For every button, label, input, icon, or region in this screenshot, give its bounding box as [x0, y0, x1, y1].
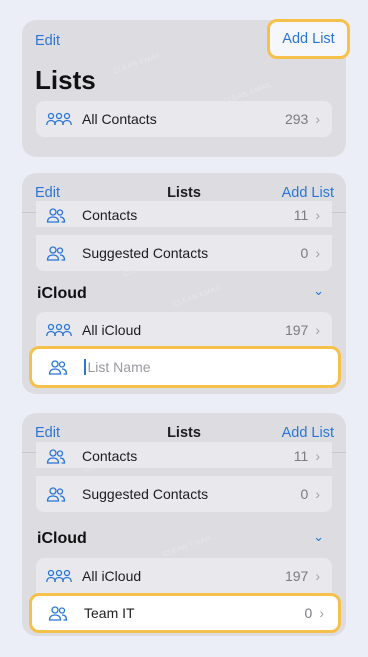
list-item-count: 197	[284, 568, 309, 584]
list-item-label: Suggested Contacts	[82, 245, 209, 261]
list-item-label: Contacts	[82, 207, 138, 223]
list-item-contacts[interactable]: Contacts 11 ›	[36, 201, 332, 227]
page-title: Lists	[35, 65, 96, 95]
person-icon	[46, 245, 72, 261]
list-name-input[interactable]: List Name	[29, 346, 341, 388]
list-item-all-icloud[interactable]: All iCloud 197 ›	[36, 312, 332, 348]
list-item-count: 0	[300, 486, 309, 502]
section-title-icloud: iCloud	[37, 530, 87, 547]
list-name-placeholder: List Name	[87, 359, 151, 375]
list-item-all-icloud[interactable]: All iCloud 197 ›	[36, 558, 332, 594]
watermark: CLEAN EMAIL	[172, 284, 224, 309]
chevron-right-icon: ›	[319, 605, 324, 621]
list-item-team-it[interactable]: Team IT 0 ›	[29, 593, 341, 633]
chevron-right-icon: ›	[315, 111, 320, 127]
list-item-contacts[interactable]: Contacts 11 ›	[36, 442, 332, 468]
watermark: CLEAN EMAIL	[162, 534, 214, 559]
add-list-button[interactable]: Add List	[282, 425, 334, 441]
person-icon	[48, 605, 74, 621]
chevron-right-icon: ›	[315, 568, 320, 584]
chevron-down-icon[interactable]: ⌄	[313, 283, 324, 299]
add-list-label: Add List	[282, 31, 335, 47]
list-item-count: 0	[304, 605, 313, 621]
section-title-icloud: iCloud	[37, 285, 87, 302]
chevron-right-icon: ›	[315, 207, 320, 223]
person-icon	[46, 207, 72, 223]
chevron-down-icon[interactable]: ⌄	[313, 529, 324, 545]
person-icon	[46, 448, 72, 464]
list-item-count: 11	[293, 207, 309, 223]
list-item-label: All iCloud	[82, 568, 142, 584]
list-item-count: 293	[284, 111, 309, 127]
group-icon	[46, 111, 72, 127]
chevron-right-icon: ›	[315, 322, 320, 338]
list-item-label: Contacts	[82, 448, 138, 464]
group-icon	[46, 322, 72, 338]
list-item-all-contacts[interactable]: All Contacts 293 ›	[36, 101, 332, 137]
list-item-suggested-contacts[interactable]: Suggested Contacts 0 ›	[36, 476, 332, 512]
list-item-label: All iCloud	[82, 322, 142, 338]
group-icon	[46, 568, 72, 584]
list-item-count: 0	[300, 245, 309, 261]
chevron-right-icon: ›	[315, 486, 320, 502]
list-item-count: 197	[284, 322, 309, 338]
list-item-label: Suggested Contacts	[82, 486, 209, 502]
add-list-button[interactable]: Add List	[282, 185, 334, 201]
list-item-suggested-contacts[interactable]: Suggested Contacts 0 ›	[36, 235, 332, 271]
list-item-count: 11	[293, 448, 309, 464]
chevron-right-icon: ›	[315, 448, 320, 464]
list-item-label: Team IT	[84, 605, 135, 621]
list-item-label: All Contacts	[82, 111, 157, 127]
person-icon	[46, 486, 72, 502]
text-cursor	[84, 359, 86, 375]
add-list-button[interactable]: Add List	[267, 19, 350, 59]
person-icon	[48, 359, 74, 375]
chevron-right-icon: ›	[315, 245, 320, 261]
edit-button[interactable]: Edit	[35, 33, 60, 49]
watermark: CLEAN EMAIL	[112, 51, 164, 76]
